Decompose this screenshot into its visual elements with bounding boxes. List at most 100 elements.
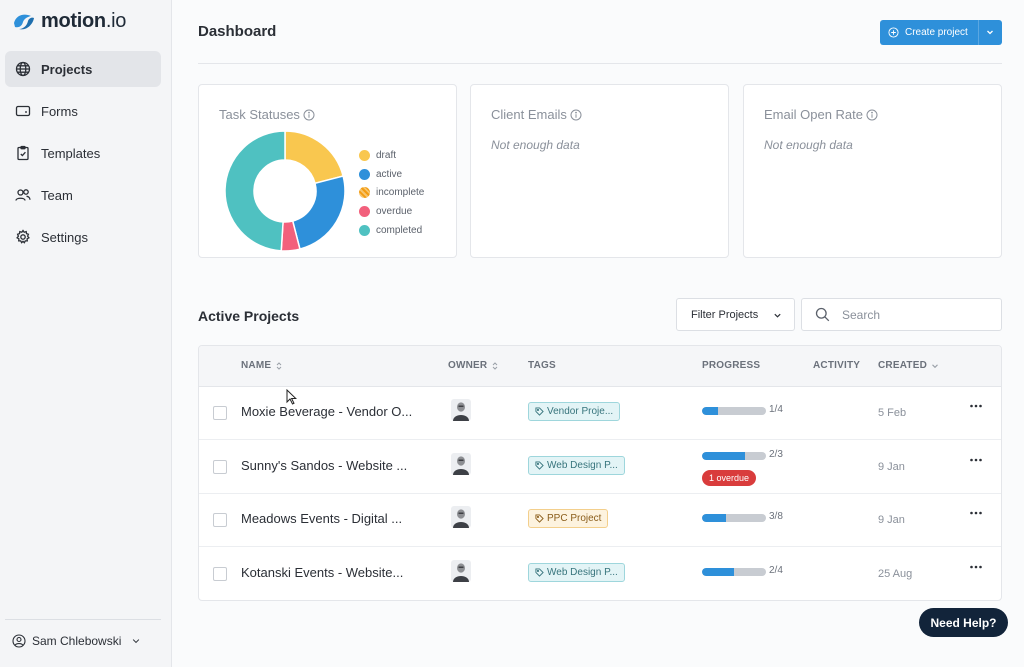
project-name[interactable]: Moxie Beverage - Vendor O...: [241, 404, 412, 419]
owner-avatar[interactable]: [451, 559, 471, 582]
sidebar-item-label: Forms: [41, 103, 78, 119]
legend-swatch: [359, 205, 370, 217]
legend-item-completed[interactable]: completed: [359, 221, 424, 240]
sidebar-nav: Projects Forms Templates Team Settings: [5, 51, 161, 261]
project-tag[interactable]: Vendor Proje...: [528, 402, 621, 421]
progress-fill: [702, 451, 745, 460]
sidebar-item-templates[interactable]: Templates: [5, 135, 161, 171]
project-tag[interactable]: Web Design P...: [528, 562, 625, 582]
progress-label: 1/4: [769, 404, 783, 415]
email-open-rate-card: Email Open Rate Not enough data: [743, 84, 1002, 258]
task-statuses-card: Task Statuses draft active incomplete overd…: [198, 84, 457, 258]
row-checkbox[interactable]: [213, 566, 227, 581]
progress-bar: [702, 451, 766, 460]
project-name[interactable]: Kotanski Events - Website...: [241, 565, 403, 580]
row-checkbox[interactable]: [213, 459, 227, 474]
row-checkbox[interactable]: [213, 406, 227, 420]
page-title: Dashboard: [198, 23, 277, 40]
more-options-icon[interactable]: [969, 562, 983, 572]
column-header-name[interactable]: NAME: [241, 360, 283, 371]
legend-swatch: [359, 149, 370, 161]
sidebar-item-settings[interactable]: Settings: [5, 219, 161, 255]
projects-table: NAME OWNER TAGS PROGRESS ACTIVITY CREATE…: [198, 345, 1002, 601]
donut-slice-draft[interactable]: [284, 130, 345, 185]
need-help-button[interactable]: Need Help?: [919, 608, 1008, 637]
table-row[interactable]: Moxie Beverage - Vendor O... Vendor Proj…: [199, 387, 1001, 440]
legend-item-overdue[interactable]: overdue: [359, 202, 424, 221]
info-icon[interactable]: [866, 109, 878, 121]
task-status-donut-chart: [224, 130, 346, 252]
tag-icon: [535, 461, 544, 470]
project-name[interactable]: Sunny's Sandos - Website ...: [241, 458, 407, 473]
card-title: Email Open Rate: [764, 107, 878, 122]
user-menu[interactable]: Sam Chlebowski: [12, 634, 141, 648]
sidebar-item-team[interactable]: Team: [5, 177, 161, 213]
legend-item-draft[interactable]: draft: [359, 146, 424, 165]
table-row[interactable]: Kotanski Events - Website... Web Design …: [199, 548, 1001, 600]
project-tag[interactable]: PPC Project: [528, 509, 609, 529]
empty-state-text: Not enough data: [491, 138, 580, 152]
owner-avatar[interactable]: [451, 506, 471, 529]
progress-label: 2/3: [769, 448, 783, 460]
legend-label: draft: [376, 149, 397, 161]
more-options-icon[interactable]: [969, 401, 983, 411]
info-icon[interactable]: [570, 109, 582, 121]
progress-label: 3/8: [769, 511, 783, 523]
column-header-tags: TAGS: [528, 360, 556, 371]
header-divider: [198, 63, 1002, 64]
overdue-badge: 1 overdue: [702, 469, 757, 486]
project-tag[interactable]: Web Design P...: [528, 455, 625, 475]
chart-legend: draft active incomplete overdue completed: [359, 146, 424, 239]
brand-name: motion.io: [41, 10, 127, 32]
project-name[interactable]: Meadows Events - Digital ...: [241, 511, 402, 526]
form-icon: [15, 103, 31, 119]
mouse-cursor-icon: [286, 389, 297, 405]
sidebar: motion.io Projects Forms Templates Team: [0, 0, 172, 667]
progress-fill: [702, 514, 726, 523]
filter-projects-dropdown[interactable]: Filter Projects: [676, 298, 795, 331]
more-options-icon[interactable]: [969, 508, 983, 518]
progress-fill: [702, 407, 718, 415]
owner-avatar[interactable]: [451, 399, 471, 421]
card-title: Client Emails: [491, 107, 582, 122]
button-separator: [978, 20, 979, 45]
column-header-owner[interactable]: OWNER: [448, 360, 499, 371]
progress-bar: [702, 567, 766, 576]
column-header-created[interactable]: CREATED: [878, 360, 939, 371]
owner-avatar[interactable]: [451, 452, 471, 475]
info-icon[interactable]: [303, 109, 315, 121]
search-icon: [815, 307, 830, 322]
chevron-down-icon[interactable]: [985, 27, 995, 37]
table-row[interactable]: Sunny's Sandos - Website ... Web Design …: [199, 441, 1001, 494]
user-circle-icon: [12, 634, 26, 648]
created-date: 9 Jan: [878, 514, 905, 527]
donut-slice-completed[interactable]: [224, 130, 286, 252]
table-header: NAME OWNER TAGS PROGRESS ACTIVITY CREATE…: [199, 346, 1001, 387]
legend-swatch: [359, 168, 370, 180]
clipboard-check-icon: [15, 145, 31, 161]
more-options-icon[interactable]: [969, 455, 983, 465]
legend-item-active[interactable]: active: [359, 165, 424, 184]
row-checkbox[interactable]: [213, 513, 227, 528]
legend-label: overdue: [376, 205, 413, 217]
column-header-activity: ACTIVITY: [813, 360, 861, 371]
globe-icon: [15, 61, 31, 77]
brand-logo[interactable]: motion.io: [12, 10, 126, 33]
search-input[interactable]: [842, 307, 992, 322]
sidebar-item-projects[interactable]: Projects: [5, 51, 161, 87]
created-date: 9 Jan: [878, 460, 905, 473]
chevron-down-icon: [133, 639, 140, 644]
filter-label: Filter Projects: [691, 308, 759, 321]
donut-slice-active[interactable]: [291, 175, 346, 251]
sidebar-item-forms[interactable]: Forms: [5, 93, 161, 129]
create-project-button[interactable]: Create project: [880, 20, 1002, 45]
user-name: Sam Chlebowski: [32, 634, 122, 648]
progress-fill: [702, 567, 734, 576]
card-title: Task Statuses: [219, 107, 315, 122]
column-header-progress: PROGRESS: [702, 360, 761, 371]
legend-label: active: [376, 168, 403, 180]
legend-item-incomplete[interactable]: incomplete: [359, 183, 424, 202]
section-title: Active Projects: [198, 308, 300, 324]
table-row[interactable]: Meadows Events - Digital ... PPC Project…: [199, 494, 1001, 548]
created-date: 25 Aug: [878, 567, 913, 580]
